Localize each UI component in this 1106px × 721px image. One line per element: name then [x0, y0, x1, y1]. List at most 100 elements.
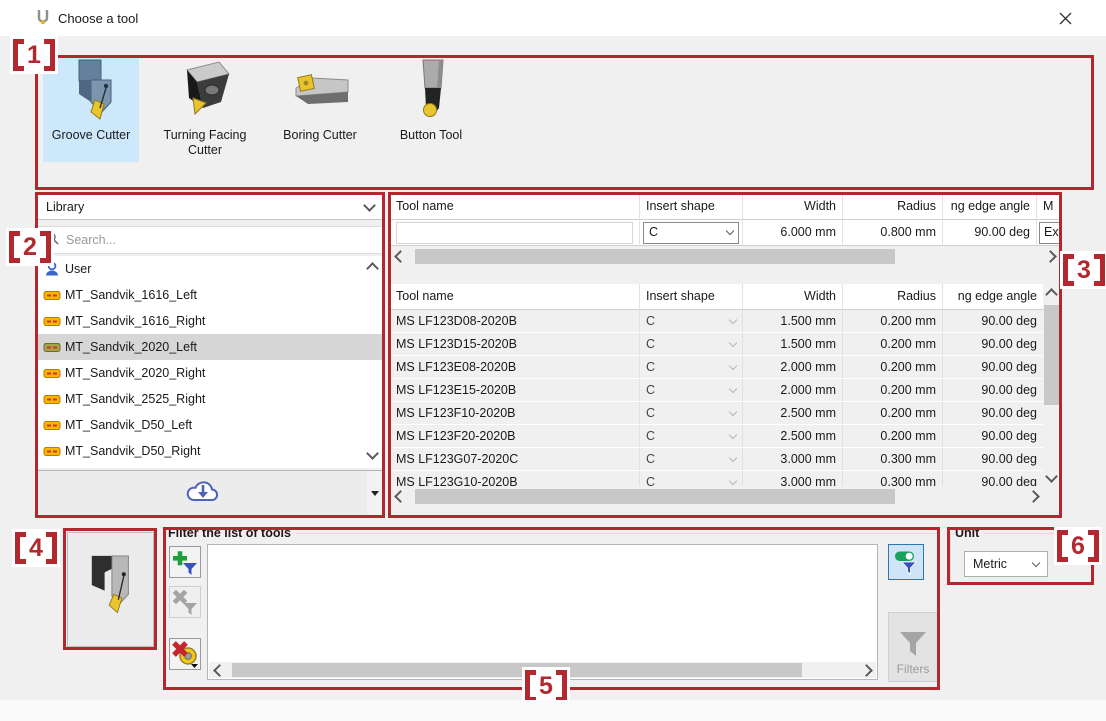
- hscroll-thumb[interactable]: [415, 249, 895, 264]
- scroll-left-button[interactable]: [390, 248, 407, 265]
- library-list-item[interactable]: MT_Sandvik_D50_Left: [37, 412, 383, 438]
- scroll-right-icon: [1044, 250, 1057, 263]
- tool-type-groove-cutter[interactable]: Groove Cutter: [43, 56, 139, 162]
- hscroll-thumb[interactable]: [415, 489, 895, 504]
- selected-tool-preview: [67, 532, 154, 647]
- insert-shape-cell[interactable]: C: [640, 471, 743, 486]
- download-library-button[interactable]: [37, 470, 368, 516]
- insert-shape-cell[interactable]: C: [640, 425, 743, 447]
- library-item-label: MT_Sandvik_2020_Left: [65, 340, 197, 354]
- mounting-filter-value[interactable]: Ext: [1039, 222, 1060, 244]
- column-mounting[interactable]: M: [1037, 194, 1060, 220]
- library-item-label: MT_Sandvik_D50_Right: [65, 444, 201, 458]
- annotation-tag-3: 3: [1060, 251, 1106, 289]
- insert-shape-cell[interactable]: C: [640, 448, 743, 470]
- table-row[interactable]: MS LF123D08-2020B C 1.500 mm 0.200 mm 90…: [390, 310, 1043, 333]
- width-cell: 2.500 mm: [743, 425, 843, 447]
- column-radius[interactable]: Radius: [843, 194, 943, 220]
- scroll-left-button[interactable]: [209, 662, 226, 678]
- chevron-down-icon: [729, 384, 737, 392]
- tool-type-button-tool[interactable]: Button Tool: [381, 56, 481, 162]
- scroll-right-button[interactable]: [859, 662, 876, 678]
- insert-shape-cell[interactable]: C: [640, 333, 743, 355]
- window-title: Choose a tool: [58, 11, 138, 26]
- column-radius[interactable]: Radius: [843, 284, 943, 310]
- filter-list-area[interactable]: [207, 544, 878, 680]
- remove-filter-button[interactable]: [169, 586, 201, 618]
- width-filter-value[interactable]: 6.000 mm: [743, 220, 843, 246]
- vscroll-thumb[interactable]: [1044, 305, 1059, 405]
- filters-button-label: Filters: [897, 662, 930, 676]
- tools-table-hscrollbar[interactable]: [390, 488, 1043, 505]
- column-tool-name[interactable]: Tool name: [390, 194, 640, 220]
- library-list-item[interactable]: User: [37, 256, 383, 282]
- clear-filters-button[interactable]: [169, 638, 201, 670]
- tool-type-boring-cutter[interactable]: Boring Cutter: [267, 56, 373, 162]
- table-row[interactable]: MS LF123D15-2020B C 1.500 mm 0.200 mm 90…: [390, 333, 1043, 356]
- library-list-item[interactable]: MT_Sandvik_1616_Right: [37, 308, 383, 334]
- tool-name-cell: MS LF123D15-2020B: [390, 333, 640, 355]
- table-row[interactable]: MS LF123G07-2020C C 3.000 mm 0.300 mm 90…: [390, 448, 1043, 471]
- insert-shape-cell[interactable]: C: [640, 379, 743, 401]
- insert-shape-filter-dropdown[interactable]: C: [643, 222, 739, 244]
- width-cell: 2.000 mm: [743, 356, 843, 378]
- insert-shape-cell[interactable]: C: [640, 356, 743, 378]
- add-filter-button[interactable]: [169, 546, 201, 578]
- tool-type-turning-facing-cutter[interactable]: Turning Facing Cutter: [147, 56, 263, 162]
- library-list-item[interactable]: MT_Sandvik_2020_Right: [37, 360, 383, 386]
- tool-type-label: Turning Facing Cutter: [147, 128, 263, 158]
- column-insert-shape[interactable]: Insert shape: [640, 194, 743, 220]
- scroll-left-button[interactable]: [390, 488, 407, 505]
- chevron-down-icon: [729, 476, 737, 484]
- toggle-filters-button[interactable]: [888, 544, 924, 580]
- width-cell: 2.000 mm: [743, 379, 843, 401]
- filters-button[interactable]: Filters: [888, 612, 938, 682]
- table-row[interactable]: MS LF123E08-2020B C 2.000 mm 0.200 mm 90…: [390, 356, 1043, 379]
- insert-shape-cell[interactable]: C: [640, 402, 743, 424]
- download-options-button[interactable]: [367, 470, 383, 516]
- library-source-dropdown[interactable]: Library: [37, 194, 383, 220]
- clear-filters-icon: [171, 640, 199, 668]
- filter-list-hscrollbar[interactable]: [209, 662, 876, 678]
- search-input[interactable]: Search...: [37, 226, 383, 254]
- column-width[interactable]: Width: [743, 194, 843, 220]
- library-list-item[interactable]: MT_Sandvik_D50_Right: [37, 438, 383, 464]
- library-list-item[interactable]: MT_Sandvik_2525_Right: [37, 386, 383, 412]
- choose-a-tool-dialog: Choose a tool Groove Cutter: [0, 0, 1106, 700]
- radius-filter-value[interactable]: 0.800 mm: [843, 220, 943, 246]
- table-row[interactable]: MS LF123F10-2020B C 2.500 mm 0.200 mm 90…: [390, 402, 1043, 425]
- close-button[interactable]: [1040, 0, 1090, 36]
- unit-dropdown[interactable]: Metric: [964, 551, 1048, 577]
- radius-cell: 0.200 mm: [843, 402, 943, 424]
- width-cell: 2.500 mm: [743, 402, 843, 424]
- tool-name-filter-input[interactable]: [390, 220, 640, 246]
- toggle-filter-icon: [893, 549, 919, 575]
- filter-table-hscrollbar[interactable]: [390, 248, 1060, 265]
- edge-angle-cell: 90.00 deg: [943, 310, 1043, 332]
- hscroll-thumb[interactable]: [232, 663, 802, 677]
- table-row[interactable]: MS LF123G10-2020B C 3.000 mm 0.300 mm 90…: [390, 471, 1043, 486]
- tool-name-cell: MS LF123E08-2020B: [390, 356, 640, 378]
- edge-angle-filter-value[interactable]: 90.00 deg: [943, 220, 1037, 246]
- scroll-right-button[interactable]: [1026, 488, 1043, 505]
- table-row[interactable]: MS LF123E15-2020B C 2.000 mm 0.200 mm 90…: [390, 379, 1043, 402]
- filters-funnel-icon: [897, 630, 929, 658]
- scroll-down-button[interactable]: [1043, 469, 1060, 486]
- column-tool-name[interactable]: Tool name: [390, 284, 640, 310]
- cloud-download-icon: [184, 477, 222, 510]
- scroll-up-button[interactable]: [1043, 284, 1060, 301]
- tools-table-vscrollbar[interactable]: [1043, 284, 1060, 486]
- edge-angle-cell: 90.00 deg: [943, 402, 1043, 424]
- scroll-right-button[interactable]: [1043, 248, 1060, 265]
- insert-shape-cell[interactable]: C: [640, 310, 743, 332]
- column-edge-angle[interactable]: ng edge angle: [943, 284, 1043, 310]
- column-width[interactable]: Width: [743, 284, 843, 310]
- table-row[interactable]: MS LF123F20-2020B C 2.500 mm 0.200 mm 90…: [390, 425, 1043, 448]
- column-insert-shape[interactable]: Insert shape: [640, 284, 743, 310]
- button-tool-icon: [399, 56, 463, 127]
- column-edge-angle[interactable]: ng edge angle: [943, 194, 1037, 220]
- library-list-item[interactable]: MT_Sandvik_2020_Left: [37, 334, 383, 360]
- chevron-down-icon: [729, 453, 737, 461]
- library-list-item[interactable]: MT_Sandvik_1616_Left: [37, 282, 383, 308]
- search-icon: [45, 231, 59, 250]
